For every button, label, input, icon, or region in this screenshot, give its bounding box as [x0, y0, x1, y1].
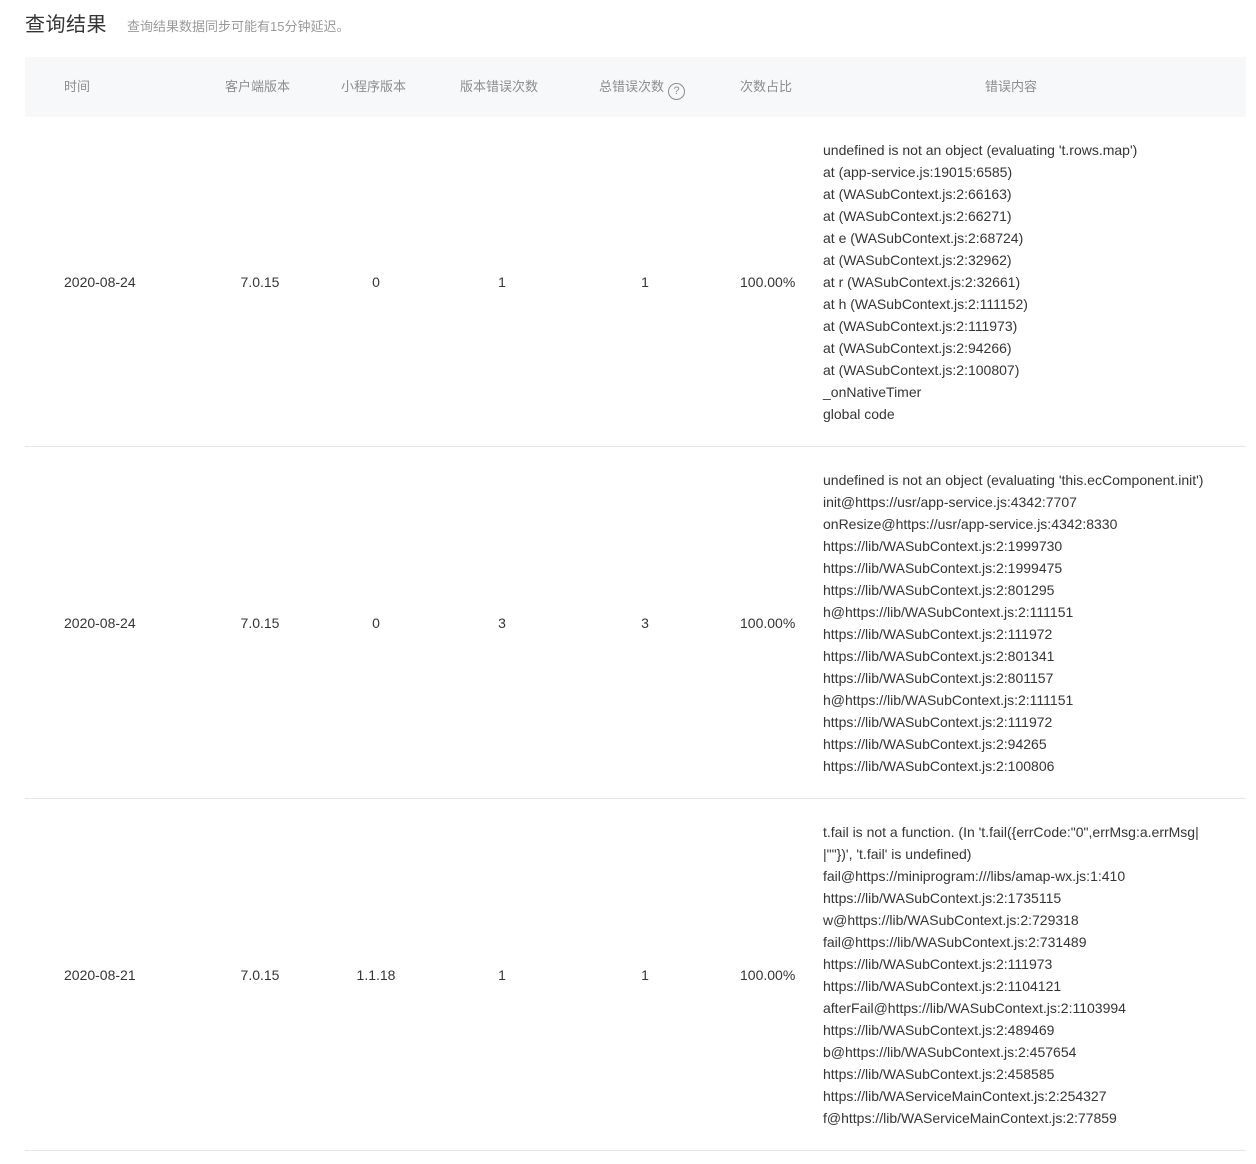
- cell-version-error-count: 3: [498, 614, 506, 631]
- column-header-message: 错误内容: [985, 79, 1038, 94]
- column-header-total-error-count-label: 总错误次数: [599, 79, 665, 94]
- cell-app-version: 1.1.18: [356, 966, 396, 983]
- column-header-total-error-count: 总错误次数?: [599, 57, 686, 117]
- error-message-line: https://lib/WASubContext.js:2:111972: [823, 714, 1053, 730]
- table-row: 2020-08-24 7.0.15 0 3 3 100.00% undefined is n…: [25, 447, 1246, 799]
- error-message-line: undefined is not an object (evaluating '…: [823, 472, 1204, 488]
- column-header-ratio: 次数占比: [740, 79, 793, 94]
- error-message-line: at (WASubContext.js:2:100807): [823, 362, 1020, 378]
- error-message-line: at (WASubContext.js:2:94266): [823, 340, 1012, 356]
- cell-error-message: undefined is not an object (evaluating '…: [823, 117, 1205, 446]
- page-header: 查询结果 查询结果数据同步可能有15分钟延迟。: [25, 8, 349, 38]
- error-message-line: https://lib/WASubContext.js:2:111972: [823, 626, 1053, 642]
- cell-ratio: 100.00%: [740, 966, 796, 983]
- error-message-line: at (WASubContext.js:2:32962): [823, 252, 1012, 268]
- cell-ratio: 100.00%: [740, 273, 796, 290]
- table-body: 2020-08-24 7.0.15 0 1 1 100.00% undefined is n…: [25, 117, 1246, 1151]
- error-message-line: https://lib/WASubContext.js:2:801295: [823, 582, 1055, 598]
- cell-version-error-count: 1: [498, 273, 506, 290]
- error-message-line: https://lib/WASubContext.js:2:94265: [823, 736, 1047, 752]
- table-row: 2020-08-21 7.0.15 1.1.18 1 1 100.00% t.fail is…: [25, 799, 1246, 1151]
- error-message-line: https://lib/WASubContext.js:2:1999475: [823, 560, 1063, 576]
- results-table: 时间 客户端版本 小程序版本 版本错误次数 总错误次数? 次数占比 错误内容 2…: [25, 57, 1246, 1151]
- error-message-line: undefined is not an object (evaluating '…: [823, 142, 1138, 158]
- error-message-line: f@https://lib/WAServiceMainContext.js:2:…: [823, 1110, 1117, 1126]
- error-message-line: https://lib/WASubContext.js:2:801341: [823, 648, 1055, 664]
- cell-app-version: 0: [372, 614, 380, 631]
- error-message-line: fail@https://miniprogram:///libs/amap-wx…: [823, 868, 1126, 884]
- cell-total-error-count: 3: [641, 614, 649, 631]
- error-message-line: afterFail@https://lib/WASubContext.js:2:…: [823, 1000, 1126, 1016]
- cell-time: 2020-08-21: [64, 966, 136, 983]
- column-header-version-error-count: 版本错误次数: [460, 79, 539, 94]
- error-message-line: _onNativeTimer: [823, 384, 922, 400]
- table-row: 2020-08-24 7.0.15 0 1 1 100.00% undefined is n…: [25, 117, 1246, 447]
- cell-error-message: t.fail is not a function. (In 't.fail({e…: [823, 799, 1205, 1150]
- error-message-line: https://lib/WAServiceMainContext.js:2:25…: [823, 1088, 1107, 1104]
- error-message-line: https://lib/WASubContext.js:2:1104121: [823, 978, 1062, 994]
- error-message-line: h@https://lib/WASubContext.js:2:111151: [823, 604, 1074, 620]
- table-header: 时间 客户端版本 小程序版本 版本错误次数 总错误次数? 次数占比 错误内容: [25, 57, 1246, 117]
- error-message-line: at r (WASubContext.js:2:32661): [823, 274, 1021, 290]
- error-message-line: h@https://lib/WASubContext.js:2:111151: [823, 692, 1074, 708]
- sync-delay-note: 查询结果数据同步可能有15分钟延迟。: [127, 19, 350, 34]
- error-message-line: https://lib/WASubContext.js:2:1999730: [823, 538, 1063, 554]
- help-icon[interactable]: ?: [668, 83, 686, 100]
- error-message-line: at (WASubContext.js:2:66163): [823, 186, 1012, 202]
- error-message-line: https://lib/WASubContext.js:2:458585: [823, 1066, 1055, 1082]
- error-message-line: https://lib/WASubContext.js:2:1735115: [823, 890, 1062, 906]
- cell-total-error-count: 1: [641, 273, 649, 290]
- cell-error-message: undefined is not an object (evaluating '…: [823, 447, 1205, 798]
- page-title: 查询结果: [25, 14, 107, 36]
- column-header-app-version: 小程序版本: [341, 79, 407, 94]
- error-message-line: https://lib/WASubContext.js:2:801157: [823, 670, 1054, 686]
- error-message-line: global code: [823, 406, 895, 422]
- error-message-line: at e (WASubContext.js:2:68724): [823, 230, 1024, 246]
- cell-time: 2020-08-24: [64, 614, 136, 631]
- cell-client-version: 7.0.15: [240, 966, 280, 983]
- cell-client-version: 7.0.15: [240, 614, 280, 631]
- error-message-line: t.fail is not a function. (In 't.fail({e…: [823, 824, 1199, 862]
- error-message-line: fail@https://lib/WASubContext.js:2:73148…: [823, 934, 1087, 950]
- cell-app-version: 0: [372, 273, 380, 290]
- error-message-line: b@https://lib/WASubContext.js:2:457654: [823, 1044, 1077, 1060]
- error-message-line: https://lib/WASubContext.js:2:100806: [823, 758, 1055, 774]
- error-message-line: w@https://lib/WASubContext.js:2:729318: [823, 912, 1079, 928]
- column-header-time: 时间: [64, 79, 91, 94]
- cell-time: 2020-08-24: [64, 273, 136, 290]
- error-message-line: at (WASubContext.js:2:66271): [823, 208, 1012, 224]
- cell-total-error-count: 1: [641, 966, 649, 983]
- cell-client-version: 7.0.15: [240, 273, 280, 290]
- column-header-client-version: 客户端版本: [225, 79, 291, 94]
- error-message-line: onResize@https://usr/app-service.js:4342…: [823, 516, 1118, 532]
- error-message-line: at (app-service.js:19015:6585): [823, 164, 1013, 180]
- error-message-line: at h (WASubContext.js:2:111152): [823, 296, 1028, 312]
- cell-ratio: 100.00%: [740, 614, 796, 631]
- error-message-line: at (WASubContext.js:2:111973): [823, 318, 1018, 334]
- cell-version-error-count: 1: [498, 966, 506, 983]
- error-message-line: https://lib/WASubContext.js:2:489469: [823, 1022, 1055, 1038]
- error-message-line: https://lib/WASubContext.js:2:111973: [823, 956, 1053, 972]
- error-message-line: init@https://usr/app-service.js:4342:770…: [823, 494, 1077, 510]
